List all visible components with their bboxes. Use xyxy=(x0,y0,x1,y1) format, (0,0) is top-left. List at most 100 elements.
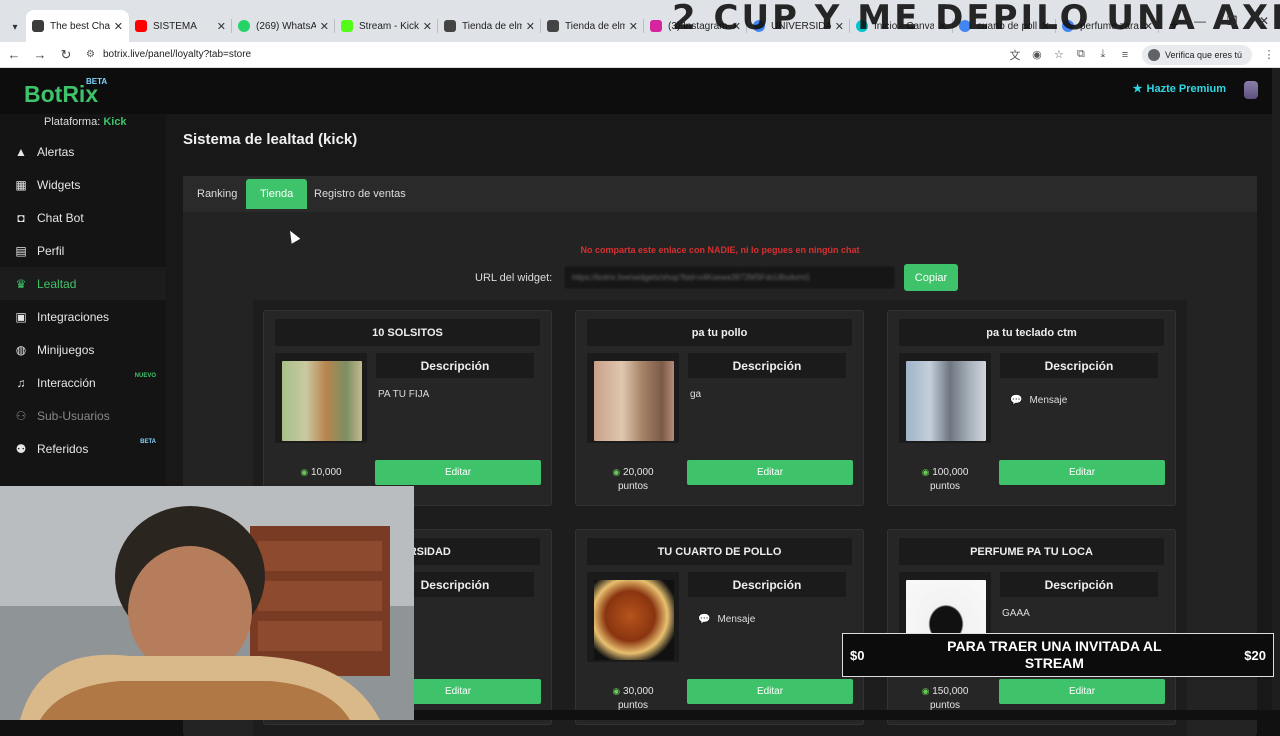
browser-tab[interactable]: (3) Instagram ✕ xyxy=(644,10,747,42)
browser-tab[interactable]: SISTEMA ✕ xyxy=(129,10,232,42)
goal-target-amount: $20 xyxy=(1244,647,1266,663)
tab-label: perfume zara xyxy=(1080,20,1139,32)
browser-tab[interactable]: UNIVERSIDAD ✕ xyxy=(747,10,850,42)
download-icon[interactable]: ⤓ xyxy=(1092,44,1114,66)
tab-close-icon[interactable]: ✕ xyxy=(938,20,947,33)
address-bar: ← → ↻ ⚙ botrix.live/panel/loyalty?tab=st… xyxy=(0,42,1280,68)
browser-tab[interactable]: (269) WhatsAp ✕ xyxy=(232,10,335,42)
bookmark-star-icon[interactable]: ☆ xyxy=(1048,44,1070,66)
forward-icon[interactable]: → xyxy=(28,43,52,67)
minimize-icon[interactable]: — xyxy=(1184,0,1216,42)
tab-label: Tienda de elm xyxy=(565,20,625,32)
coins-icon: ◉ xyxy=(921,686,930,696)
item-name: PERFUME PA TU LOCA xyxy=(899,538,1164,565)
edit-button[interactable]: Editar xyxy=(375,460,541,485)
verify-label: Verifica que eres tú xyxy=(1164,49,1242,60)
back-icon[interactable]: ← xyxy=(2,43,26,67)
sidebar-item-label: Widgets xyxy=(37,177,81,192)
banknote-image xyxy=(594,361,674,441)
page-title: Sistema de lealtad (kick) xyxy=(183,131,358,148)
tab-ranking[interactable]: Ranking xyxy=(183,179,251,209)
tab-search-icon[interactable]: ▾ xyxy=(4,12,26,42)
tab-label: (269) WhatsAp xyxy=(256,20,316,32)
cost-value: 30,000 xyxy=(623,686,654,697)
premium-link[interactable]: ★ Hazte Premium xyxy=(1133,82,1226,96)
sidebar-item-lealtad[interactable]: ♛ Lealtad xyxy=(0,267,166,300)
sidebar-item-alertas[interactable]: ▲ Alertas xyxy=(0,135,166,168)
tab-registro-de-ventas[interactable]: Registro de ventas xyxy=(300,179,420,209)
sidebar-item-minijuegos[interactable]: ◍ Minijuegos xyxy=(0,333,166,366)
browser-tab[interactable]: Tienda de elm ✕ xyxy=(541,10,644,42)
close-window-icon[interactable]: ✕ xyxy=(1248,0,1280,42)
coins-icon: ◉ xyxy=(612,467,621,477)
tab-tienda[interactable]: Tienda xyxy=(246,179,308,209)
tab-favicon xyxy=(32,20,44,32)
tab-favicon xyxy=(856,20,868,32)
edit-button[interactable]: Editar xyxy=(999,460,1165,485)
sidebar-item-sub-usuarios[interactable]: ⚇ Sub-Usuarios xyxy=(0,399,166,432)
extensions-icon[interactable]: ⧉ xyxy=(1070,44,1092,66)
avatar[interactable] xyxy=(1244,81,1258,99)
eye-icon[interactable]: ◉ xyxy=(1026,44,1048,66)
description-heading: Descripción xyxy=(1000,572,1158,597)
translate-icon[interactable]: 文 xyxy=(1004,44,1026,66)
tab-close-icon[interactable]: ✕ xyxy=(732,20,741,33)
cost-unit: puntos xyxy=(617,481,649,492)
item-name: TU CUARTO DE POLLO xyxy=(587,538,852,565)
widget-url-field[interactable]: https://botrix.live/widgets/shop?bid=x4K… xyxy=(563,265,896,290)
maximize-icon[interactable]: ❐ xyxy=(1216,0,1248,42)
app-header: BotRix BETA ★ Hazte Premium xyxy=(0,68,1280,114)
browser-tab[interactable]: Stream - Kick ✕ xyxy=(335,10,438,42)
browser-tab[interactable]: The best Chat ✕ xyxy=(26,10,129,42)
music-icon: ♫ xyxy=(16,375,26,390)
tab-close-icon[interactable]: ✕ xyxy=(320,20,329,33)
trophy-icon: ♛ xyxy=(15,276,27,291)
premium-label: Hazte Premium xyxy=(1146,82,1226,95)
copy-button[interactable]: Copiar xyxy=(904,264,958,291)
store-item-card: TU CUARTO DE POLLO Descripción 💬 Mensaje… xyxy=(575,529,864,725)
browser-tab[interactable]: Tienda de elm ✕ xyxy=(438,10,541,42)
item-cost: ◉ 150,000 puntos xyxy=(899,684,991,713)
sidebar-item-interaccion[interactable]: ♫ Interacción NUEVO xyxy=(0,366,166,399)
tab-close-icon[interactable]: ✕ xyxy=(526,20,535,33)
botrix-logo[interactable]: BotRix BETA xyxy=(24,77,107,108)
tab-close-icon[interactable]: ✕ xyxy=(217,20,226,33)
browser-tab[interactable]: perfume zara ✕ xyxy=(1056,10,1159,42)
banknote-image xyxy=(906,361,986,441)
sidebar-item-perfil[interactable]: ▤ Perfil xyxy=(0,234,166,267)
browser-tab-strip: ▾ The best Chat ✕ SISTEMA ✕ (269) WhatsA… xyxy=(0,0,1280,42)
tab-close-icon[interactable]: ✕ xyxy=(114,20,123,33)
sidebar-item-chat-bot[interactable]: ◘ Chat Bot xyxy=(0,201,166,234)
menu-kebab-icon[interactable]: ⋮ xyxy=(1258,44,1280,66)
reload-icon[interactable]: ↻ xyxy=(54,43,78,67)
tab-close-icon[interactable]: ✕ xyxy=(1041,20,1050,33)
item-message: 💬 Mensaje xyxy=(1010,395,1067,406)
site-info-icon[interactable]: ⚙ xyxy=(86,49,95,60)
edit-button[interactable]: Editar xyxy=(999,679,1165,704)
url-text: botrix.live/panel/loyalty?tab=store xyxy=(102,49,252,60)
tab-close-icon[interactable]: ✕ xyxy=(835,20,844,33)
edit-button[interactable]: Editar xyxy=(687,679,853,704)
url-field[interactable]: ⚙ botrix.live/panel/loyalty?tab=store xyxy=(86,49,1004,60)
item-name: pa tu teclado ctm xyxy=(899,319,1164,346)
browser-tab[interactable]: cuarto de pollo ✕ xyxy=(953,10,1056,42)
item-cost: ◉ 20,000 puntos xyxy=(587,465,679,494)
platform-label: Plataforma: xyxy=(44,116,101,128)
sidebar-item-referidos[interactable]: ⚉ Referidos BETA xyxy=(0,432,166,465)
media-icon[interactable]: ≡ xyxy=(1114,44,1136,66)
tab-close-icon[interactable]: ✕ xyxy=(423,20,432,33)
item-image xyxy=(587,353,679,443)
tab-close-icon[interactable]: ✕ xyxy=(1144,20,1153,33)
tab-close-icon[interactable]: ✕ xyxy=(629,20,638,33)
donation-goal-bar: $0 PARA TRAER UNA INVITADA AL STREAM $20 xyxy=(842,633,1274,677)
sidebar-item-integraciones[interactable]: ▣ Integraciones xyxy=(0,300,166,333)
page-scrollbar[interactable] xyxy=(1272,68,1280,720)
beta-badge: BETA xyxy=(140,439,156,445)
item-image xyxy=(275,353,367,443)
sidebar-item-widgets[interactable]: ▦ Widgets xyxy=(0,168,166,201)
browser-tab[interactable]: Inicio - Canva ✕ xyxy=(850,10,953,42)
panel-tabs: Ranking Tienda Registro de ventas xyxy=(183,176,1257,212)
item-cost: ◉ 100,000 puntos xyxy=(899,465,991,494)
edit-button[interactable]: Editar xyxy=(687,460,853,485)
verify-button[interactable]: Verifica que eres tú xyxy=(1141,44,1252,65)
